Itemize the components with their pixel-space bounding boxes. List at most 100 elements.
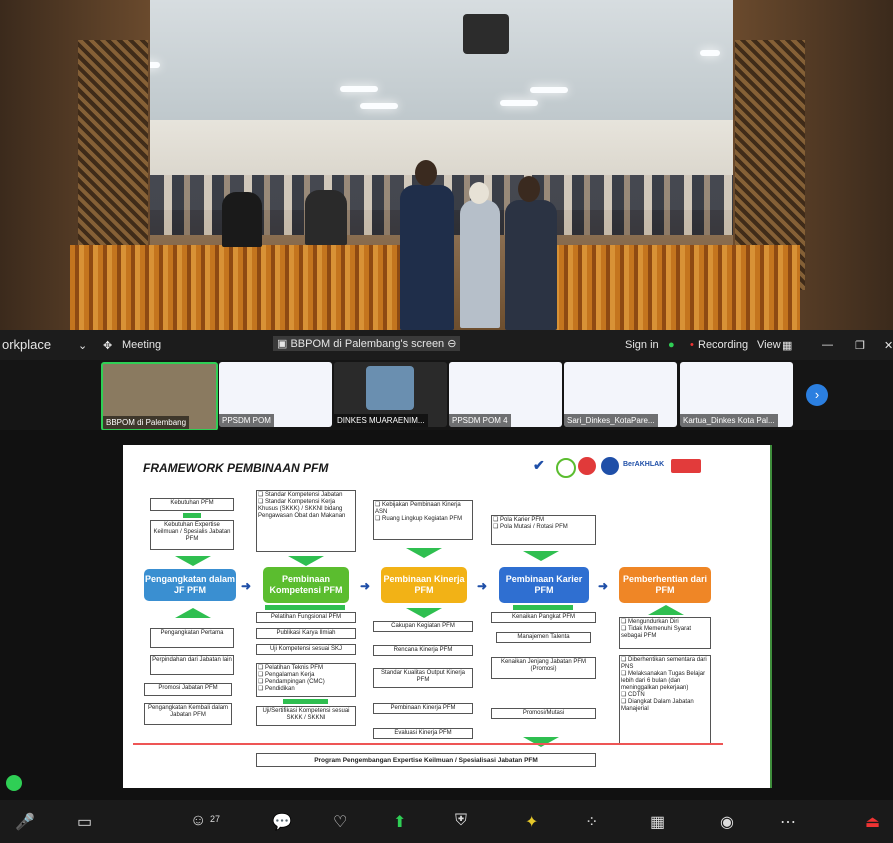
berakhlak-logo: BerAKHLAK [623,461,665,468]
thumbnail-tile[interactable]: Sari_Dinkes_KotaPare... [564,362,677,427]
arrow-down-icon [288,556,324,566]
ceiling-light [360,103,398,109]
ceiling-light [500,100,538,106]
participants-icon[interactable]: ☺ [190,812,206,830]
share-icon[interactable]: ⬆ [393,812,406,832]
stage-pemberhentian: Pemberhentian dari PFM [619,567,711,603]
thumbnail-tile[interactable]: Kartua_Dinkes Kota Pal... [680,362,793,427]
thumbnail-name: Kartua_Dinkes Kota Pal... [680,414,778,427]
zoom-top-bar: orkplace ⌄ ✥ Meeting ▣ BBPOM di Palemban… [0,330,893,360]
flow-box: ❑ Standar Kompetensi Jabatan ❑ Standar K… [256,490,356,552]
meeting-info-icon[interactable]: ✥ [103,339,112,352]
flow-box: Pengangkatan Kembali dalam Jabatan PFM [144,703,232,725]
flow-box: Kebutuhan Expertise Keilmuan / Spesialis… [150,520,234,550]
person [460,200,500,328]
recording-dot-icon: • [690,339,694,351]
arrow-up-icon [648,605,684,615]
checkmark-logo-icon: ✔ [533,457,545,473]
meeting-room-photo [0,0,893,330]
thumbnail-name: DINKES MUARAENIM... [334,414,428,427]
restore-icon[interactable]: ❐ [855,339,865,352]
person-head [469,182,489,204]
presentation-slide: FRAMEWORK PEMBINAAN PFM ✔ BerAKHLAK Kebu… [123,445,770,788]
stage-kompetensi: Pembinaan Kompetensi PFM [263,567,349,603]
flow-box: Pelatihan Fungsional PFM [256,612,356,623]
status-icon [6,775,22,791]
next-page-icon[interactable]: › [806,384,828,406]
person-head [415,160,437,186]
arrow-up-icon [175,608,211,618]
circle-logo-icon [556,458,576,478]
person [222,192,262,247]
flow-box: ❑ Pola Karier PFM ❑ Pola Mutasi / Rotasi… [491,515,596,545]
share-screen-indicator[interactable]: ▣ BBPOM di Palembang's screen ⊖ [273,336,461,351]
arrow-right-icon: ➜ [360,579,371,593]
badge-logo-icon [578,457,596,475]
flow-box: Kebutuhan PFM [150,498,234,511]
screen-share-label: BBPOM di Palembang's screen [290,338,445,350]
batik-table [70,245,400,330]
participant-thumbnails: BBPOM di Palembang PPSDM POM DINKES MUAR… [0,360,893,431]
flow-box: Promosi Jabatan PFM [144,683,232,696]
thumbnail-tile[interactable]: DINKES MUARAENIM... [334,362,447,427]
view-grid-icon: ▦ [782,340,793,352]
bpom-logo-icon [601,457,619,475]
mic-muted-icon[interactable]: 🎤 [15,812,35,832]
ceiling-light [340,86,378,92]
leave-icon[interactable]: ⏏ [865,812,880,832]
more-icon[interactable]: ⋯ [780,812,796,832]
flow-box: Cakupan Kegiatan PFM [373,621,473,632]
flow-box: ❑ Diberhentikan sementara dari PNS ❑ Mel… [619,655,711,745]
minimize-icon[interactable]: — [822,339,833,351]
participant-count: 27 [210,814,221,824]
flow-box: Publikasi Karya Ilmiah [256,628,356,639]
person [505,200,557,330]
thumbnail-tile[interactable]: BBPOM di Palembang [101,362,218,431]
view-button[interactable]: View [757,339,781,351]
flow-box: Promosi/Mutasi [491,708,596,719]
chevron-down-icon[interactable]: ⌄ [78,339,87,352]
react-icon[interactable]: ♡ [333,812,347,832]
feedback-line [133,743,723,745]
connector [283,699,328,704]
flow-box: Uji/Sertifikasi Kompetensi sesuai SKKK /… [256,706,356,726]
chat-icon[interactable]: 💬 [272,812,292,832]
thumbnail-name: PPSDM POM 4 [449,414,511,427]
recording-label[interactable]: Recording [698,339,748,351]
arrow-down-icon [175,556,211,566]
stage-pengangkatan: Pengangkatan dalam JF PFM [144,569,236,601]
person-head [518,176,540,202]
connector [513,605,573,610]
arrow-down-icon [523,737,559,747]
connector [183,513,201,518]
security-shield-icon: ● [668,339,675,351]
stage-kinerja: Pembinaan Kinerja PFM [381,567,467,603]
meeting-label[interactable]: Meeting [122,339,161,351]
grid-icon[interactable]: ▦ [650,812,665,832]
shield-icon[interactable]: ⛨ [455,812,467,830]
video-icon[interactable]: ▭ [77,812,92,832]
flow-box: Standar Kualitas Output Kinerja PFM [373,668,473,688]
arrow-right-icon: ➜ [241,579,252,593]
close-icon[interactable]: ✕ [884,339,893,352]
ceiling-light [530,87,568,93]
record-icon[interactable]: ◉ [720,812,734,832]
connector [265,605,345,610]
sign-in-link[interactable]: Sign in [625,339,659,351]
arrow-down-icon [406,548,442,558]
slide-title: FRAMEWORK PEMBINAAN PFM [143,461,329,475]
person [305,190,347,245]
sparkle-icon[interactable]: ✦ [525,812,538,832]
flow-box: ❑ Mengundurkan Diri ❑ Tidak Memenuhi Sya… [619,617,711,649]
arrow-down-icon [523,551,559,561]
flow-box: Manajemen Talenta [496,632,591,643]
apps-icon[interactable]: ⁘ [585,812,598,832]
flow-box: Pengangkatan Pertama [150,628,234,648]
meeting-controls: 🎤 ▭ ☺ 27 💬 ♡ ⬆ ⛨ ✦ ⁘ ▦ ◉ ⋯ ⏏ [0,800,893,843]
flow-box: Evaluasi Kinerja PFM [373,728,473,739]
ceiling-light [700,50,720,56]
thumbnail-tile[interactable]: PPSDM POM 4 [449,362,562,427]
batik-table [545,245,800,330]
thumbnail-tile[interactable]: PPSDM POM [219,362,332,427]
flow-box: Perpindahan dari Jabatan lain [150,655,234,675]
